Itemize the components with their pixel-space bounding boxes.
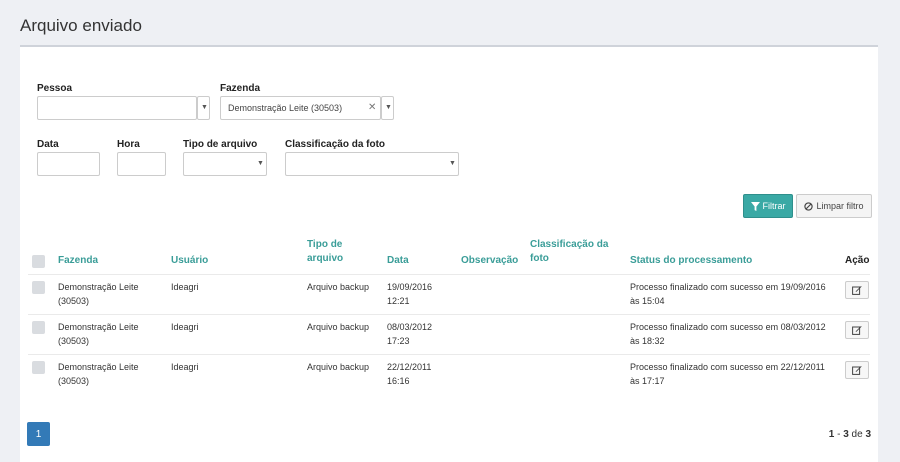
cell-usuario: Ideagri bbox=[171, 282, 199, 292]
cell-status-line-1: Processo finalizado com sucesso em 08/03… bbox=[630, 322, 826, 332]
cell-fazenda-line-1: Demonstração Leite bbox=[58, 322, 139, 332]
fazenda-label: Fazenda bbox=[220, 83, 261, 94]
fazenda-dropdown-toggle[interactable]: ▼ bbox=[381, 96, 394, 120]
cell-data: 19/09/2016 12:21 bbox=[387, 280, 432, 308]
pagination-to: 3 bbox=[843, 429, 849, 440]
edit-button[interactable] bbox=[845, 281, 869, 299]
cell-tipo: Arquivo backup bbox=[307, 282, 370, 292]
row-checkbox[interactable] bbox=[32, 321, 45, 334]
filter-panel: Pessoa ▼ Fazenda Demonstração Leite (305… bbox=[20, 47, 878, 462]
cell-fazenda-line-1: Demonstração Leite bbox=[58, 362, 139, 372]
data-label: Data bbox=[37, 139, 59, 150]
cell-status-line-1: Processo finalizado com sucesso em 19/09… bbox=[630, 282, 826, 292]
fazenda-value: Demonstração Leite (30503) bbox=[228, 103, 343, 113]
page-button-1[interactable]: 1 bbox=[27, 422, 50, 446]
cell-fazenda-line-1: Demonstração Leite bbox=[58, 282, 139, 292]
edit-icon bbox=[852, 326, 862, 335]
tipo-select[interactable]: ▼ bbox=[183, 152, 267, 176]
pagination-of: de bbox=[851, 429, 863, 440]
pagination-total: 3 bbox=[865, 429, 871, 440]
cell-fazenda: Demonstração Leite (30503) bbox=[58, 360, 139, 388]
cell-data-time: 17:23 bbox=[387, 336, 410, 346]
clear-icon[interactable]: ✕ bbox=[368, 102, 376, 113]
filter-button[interactable]: Filtrar bbox=[743, 194, 793, 218]
header-divider bbox=[28, 274, 870, 275]
pessoa-dropdown-toggle[interactable]: ▼ bbox=[197, 96, 210, 120]
select-all-checkbox[interactable] bbox=[32, 255, 45, 268]
cell-data-date: 08/03/2012 bbox=[387, 322, 433, 332]
cell-data-date: 22/12/2011 bbox=[387, 362, 432, 372]
cell-data: 08/03/2012 17:23 bbox=[387, 320, 432, 348]
cell-data-time: 12:21 bbox=[387, 296, 410, 306]
chevron-down-icon: ▼ bbox=[201, 104, 208, 111]
cell-usuario: Ideagri bbox=[171, 322, 199, 332]
cell-fazenda-line-2: (30503) bbox=[58, 376, 90, 386]
chevron-down-icon: ▼ bbox=[257, 160, 264, 167]
chevron-down-icon: ▼ bbox=[449, 160, 456, 167]
cell-tipo: Arquivo backup bbox=[307, 362, 370, 372]
edit-icon bbox=[852, 366, 862, 375]
hora-label: Hora bbox=[117, 139, 140, 150]
cell-fazenda: Demonstração Leite (30503) bbox=[58, 320, 139, 348]
cell-status: Processo finalizado com sucesso em 08/03… bbox=[630, 320, 826, 348]
row-divider bbox=[28, 354, 870, 355]
row-checkbox[interactable] bbox=[32, 361, 45, 374]
row-divider bbox=[28, 314, 870, 315]
row-checkbox[interactable] bbox=[32, 281, 45, 294]
pagination-sep: - bbox=[837, 429, 841, 440]
cell-tipo: Arquivo backup bbox=[307, 322, 370, 332]
hora-input[interactable] bbox=[117, 152, 166, 176]
filter-button-label: Filtrar bbox=[762, 201, 786, 211]
cell-fazenda: Demonstração Leite (30503) bbox=[58, 280, 139, 308]
classificacao-select[interactable]: ▼ bbox=[285, 152, 459, 176]
fazenda-select[interactable]: Demonstração Leite (30503) ✕ bbox=[220, 96, 381, 120]
cell-fazenda-line-2: (30503) bbox=[58, 336, 90, 346]
cell-status-line-2: às 18:32 bbox=[630, 336, 665, 346]
cell-status-line-2: às 17:17 bbox=[630, 376, 665, 386]
cell-data: 22/12/2011 16:16 bbox=[387, 360, 431, 388]
header-usuario[interactable]: Usuário bbox=[171, 254, 208, 268]
header-acao: Ação bbox=[845, 255, 870, 266]
header-status[interactable]: Status do processamento bbox=[630, 254, 752, 268]
cell-usuario: Ideagri bbox=[171, 362, 199, 372]
cell-status-line-2: às 15:04 bbox=[630, 296, 665, 306]
clear-filter-button-label: Limpar filtro bbox=[816, 201, 864, 211]
data-input[interactable] bbox=[37, 152, 100, 176]
pagination-info: 1 - 3 de 3 bbox=[829, 429, 871, 440]
header-classificacao-line-1: Classificação da bbox=[530, 239, 609, 250]
edit-button[interactable] bbox=[845, 321, 869, 339]
header-data[interactable]: Data bbox=[387, 254, 409, 268]
cell-status: Processo finalizado com sucesso em 19/09… bbox=[630, 280, 826, 308]
header-tipo-line-2: arquivo bbox=[307, 253, 344, 264]
header-fazenda[interactable]: Fazenda bbox=[58, 254, 98, 268]
header-classificacao[interactable]: Classificação da foto bbox=[530, 238, 608, 266]
header-observacao[interactable]: Observação bbox=[461, 254, 518, 268]
header-tipo-line-1: Tipo de bbox=[307, 239, 343, 250]
edit-icon bbox=[852, 286, 862, 295]
cell-fazenda-line-2: (30503) bbox=[58, 296, 90, 306]
pagination-from: 1 bbox=[828, 429, 835, 440]
header-tipo[interactable]: Tipo de arquivo bbox=[307, 238, 343, 266]
tipo-label: Tipo de arquivo bbox=[183, 139, 258, 150]
classificacao-label: Classificação da foto bbox=[285, 139, 386, 150]
header-classificacao-line-2: foto bbox=[530, 253, 549, 264]
page-title: Arquivo enviado bbox=[20, 16, 142, 35]
ban-icon bbox=[804, 201, 814, 211]
pessoa-label: Pessoa bbox=[37, 83, 73, 94]
chevron-down-icon: ▼ bbox=[385, 104, 392, 111]
cell-status: Processo finalizado com sucesso em 22/12… bbox=[630, 360, 825, 388]
filter-icon bbox=[750, 201, 760, 211]
clear-filter-button[interactable]: Limpar filtro bbox=[796, 194, 872, 218]
pessoa-select[interactable] bbox=[37, 96, 197, 120]
cell-data-date: 19/09/2016 bbox=[387, 282, 433, 292]
edit-button[interactable] bbox=[845, 361, 869, 379]
cell-data-time: 16:16 bbox=[387, 376, 410, 386]
cell-status-line-1: Processo finalizado com sucesso em 22/12… bbox=[630, 362, 825, 372]
